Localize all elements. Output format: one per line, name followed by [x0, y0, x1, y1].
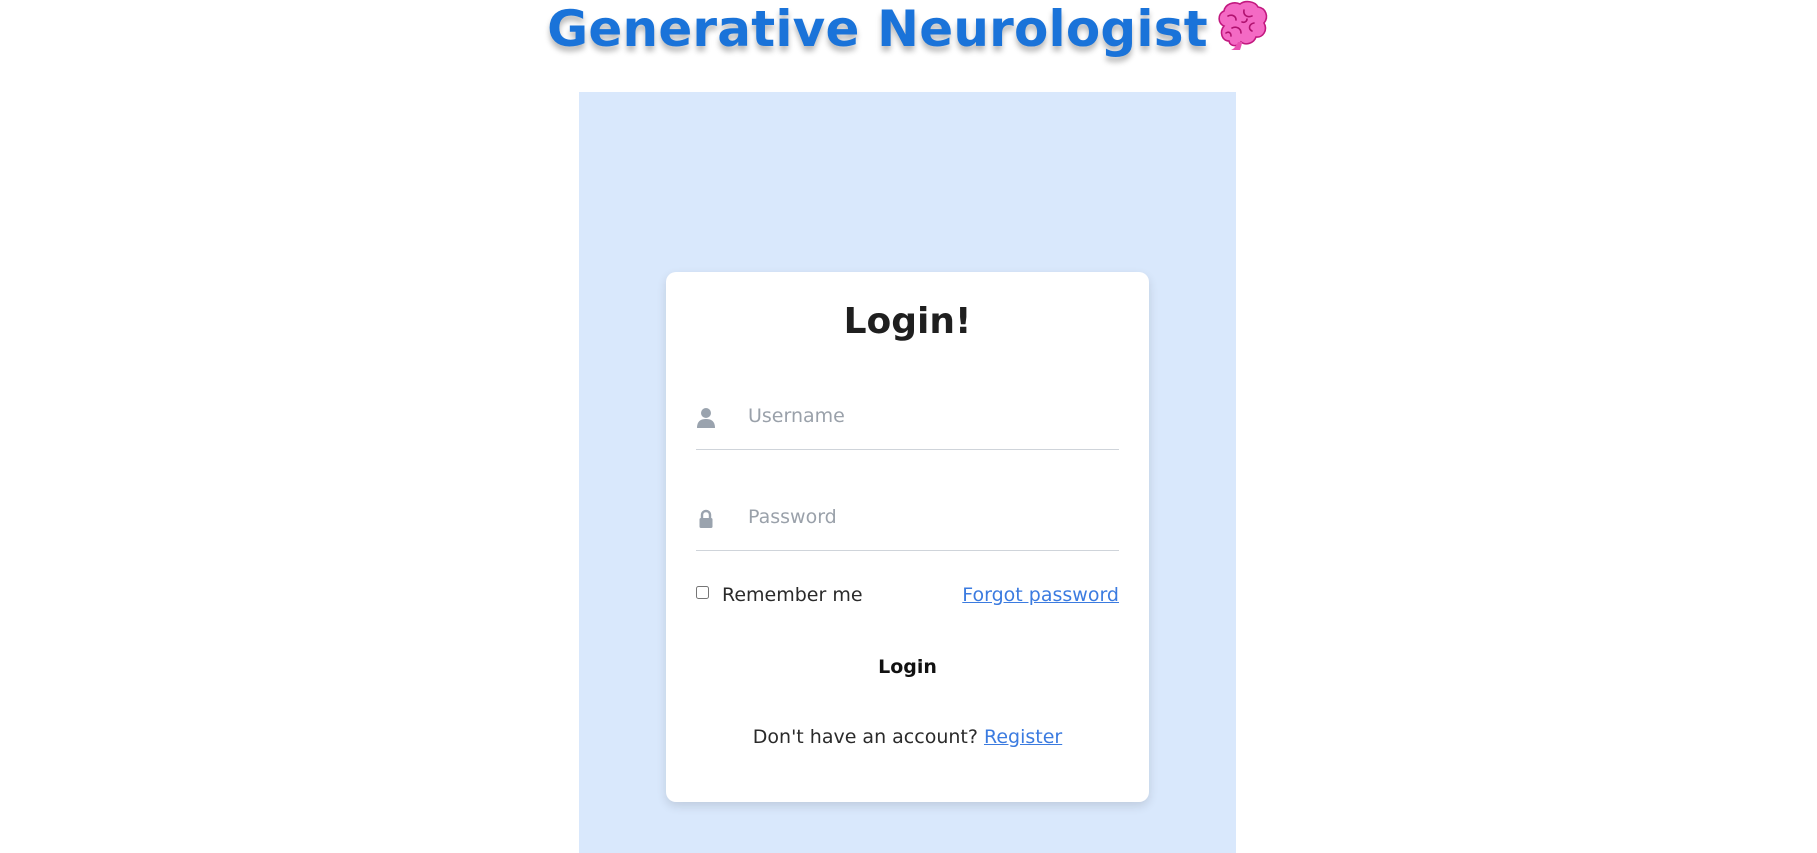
- login-panel: Login! Remember me Forgot password Login…: [579, 92, 1236, 853]
- register-link[interactable]: Register: [984, 726, 1062, 748]
- username-field: [696, 387, 1119, 450]
- remember-me-checkbox[interactable]: [696, 586, 709, 599]
- brain-icon: [1218, 0, 1268, 50]
- register-prompt: Don't have an account?: [752, 726, 978, 748]
- forgot-password-link[interactable]: Forgot password: [962, 584, 1119, 606]
- app-title: Generative Neurologist: [0, 0, 1817, 56]
- password-input[interactable]: [748, 502, 1108, 532]
- login-title: Login!: [843, 301, 972, 342]
- password-field: [696, 488, 1119, 551]
- app-title-text: Generative Neurologist: [547, 0, 1208, 58]
- login-card: Login! Remember me Forgot password Login…: [666, 272, 1149, 802]
- remember-me-label[interactable]: Remember me: [722, 584, 863, 606]
- login-button[interactable]: Login: [837, 647, 978, 687]
- user-icon: [697, 408, 715, 428]
- register-row: Don't have an account? Register: [666, 726, 1149, 748]
- username-input[interactable]: [748, 401, 1108, 431]
- lock-icon: [699, 509, 713, 528]
- options-row: Remember me Forgot password: [696, 582, 1119, 612]
